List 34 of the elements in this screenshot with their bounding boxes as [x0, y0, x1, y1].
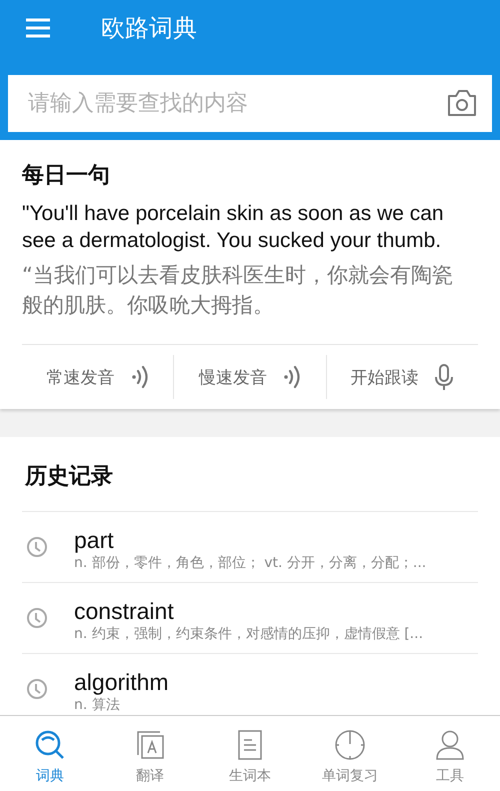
word: algorithm	[74, 668, 169, 696]
clock-icon	[334, 729, 366, 761]
person-icon	[435, 729, 465, 761]
word: constraint	[74, 597, 175, 625]
tab[interactable]: 翻译	[100, 716, 200, 791]
action-label[interactable]: 常速发音	[46, 366, 115, 388]
action-label[interactable]: 慢速发音	[198, 366, 267, 388]
search-icon	[34, 729, 66, 761]
tab[interactable]: 生词本	[200, 716, 300, 791]
section-heading: 历史记录	[24, 463, 114, 491]
english-sentence: "You'll have porcelain skin as soon as we can see a dermatologist. You sucked your thumb.	[22, 201, 445, 254]
microphone-icon[interactable]	[434, 363, 454, 391]
history-item[interactable]: constraint n. 约束，强制，约束条件，对感情的压抑，虚情假意 [...	[22, 582, 478, 653]
history-item[interactable]: part n. 部份，零件，角色，部位； vt. 分开，分离，分配；...	[22, 511, 478, 582]
definition: n. 部份，零件，角色，部位； vt. 分开，分离，分配；...	[74, 554, 426, 572]
definition: n. 约束，强制，约束条件，对感情的压抑，虚情假意 [...	[74, 625, 424, 643]
word: part	[74, 526, 115, 554]
search-field[interactable]: 请输入需要查找的内容	[8, 75, 492, 132]
tab[interactable]: 单词复习	[300, 716, 400, 791]
definition: n. 算法	[74, 696, 121, 714]
action-label[interactable]: 开始跟读	[350, 366, 418, 388]
clock-icon	[26, 536, 48, 558]
clock-icon	[26, 678, 48, 700]
sound-icon[interactable]	[282, 364, 301, 390]
section-heading: 每日一句	[22, 162, 111, 190]
chinese-translation: “当我们可以去看皮肤科医生时，你就会有陶瓷般的肌肤。你吸吮大拇指。	[22, 262, 454, 319]
tab[interactable]: 词典	[0, 716, 100, 791]
app-title: 欧路词典	[101, 13, 197, 44]
notebook-icon	[236, 729, 264, 761]
camera-icon[interactable]	[446, 89, 478, 117]
sound-icon[interactable]	[130, 364, 149, 390]
clock-icon	[26, 607, 48, 629]
menu-icon[interactable]	[25, 18, 51, 38]
tab[interactable]: 工具	[400, 716, 500, 791]
